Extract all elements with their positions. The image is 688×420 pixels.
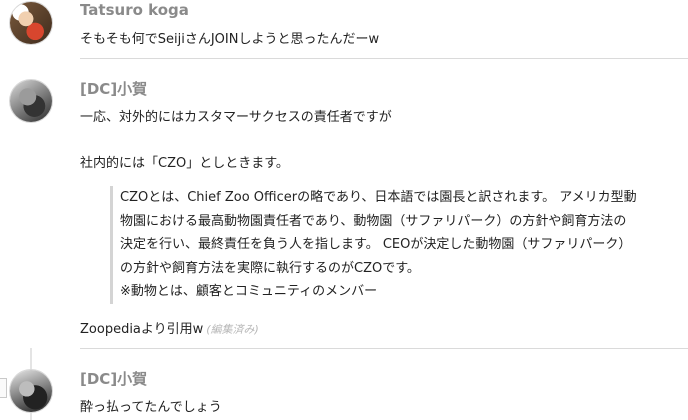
quote-line: の方針や飼育方法を実際に執行するのがCZOです。 <box>120 260 420 276</box>
quote-line: 決定を行い、最終責任を負う人を指します。 CEOが決定した動物園（サファリパーク… <box>120 237 632 252</box>
message-divider <box>80 348 688 349</box>
avatar[interactable] <box>10 80 52 122</box>
thread-expand-handle[interactable] <box>0 378 7 398</box>
message-text: Zoopediaより引用w <box>80 322 204 337</box>
message-author[interactable]: [DC]小賀 <box>80 368 147 389</box>
message-author[interactable]: [DC]小賀 <box>80 78 147 99</box>
message-footer: Zoopediaより引用w (編集済み) <box>80 318 259 337</box>
message-divider <box>80 58 688 59</box>
message-text: 一応、対外的にはカスタマーサクセスの責任者ですが <box>80 110 392 125</box>
avatar[interactable] <box>10 2 52 44</box>
message-text: 酔っ払ってたんでしょう <box>80 400 222 415</box>
quote-block: CZOとは、Chief Zoo Officerの略であり、日本語では園長と訳され… <box>110 186 680 304</box>
avatar[interactable] <box>10 370 52 412</box>
edited-label: (編集済み) <box>206 323 259 336</box>
message-text: そもそも何でSeijiさんJOINしようと思ったんだーw <box>80 32 380 47</box>
quote-line: 物園における最高動物園責任者であり、動物園（サファリパーク）の方針や飼育方法の <box>120 213 627 229</box>
quote-line: CZOとは、Chief Zoo Officerの略であり、日本語では園長と訳され… <box>120 190 637 205</box>
message-author[interactable]: Tatsuro koga <box>80 1 189 19</box>
message-text: 社内的には「CZO」としときます。 <box>80 156 289 171</box>
quote-line: ※動物とは、顧客とコミュニティのメンバー <box>120 284 378 299</box>
